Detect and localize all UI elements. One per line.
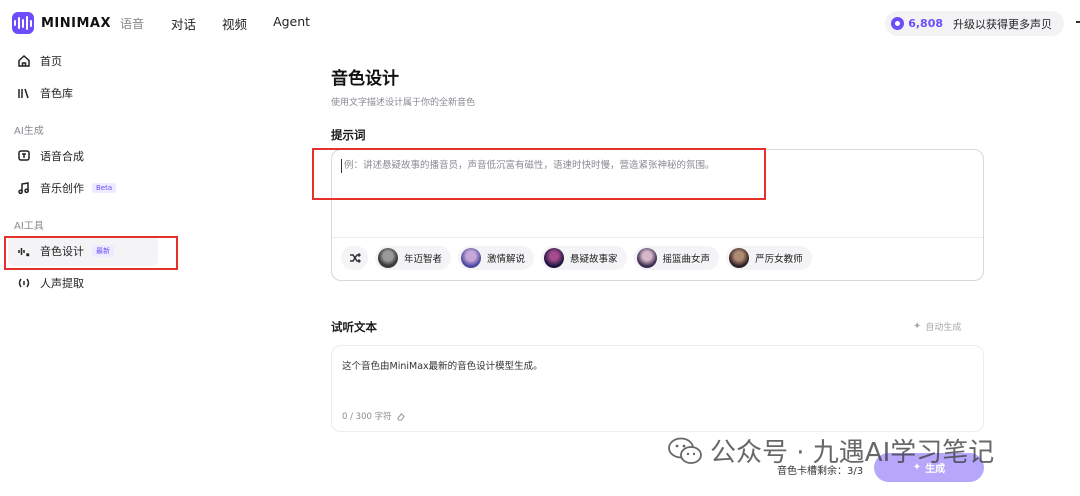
tts-icon <box>17 149 31 163</box>
listen-heading: 试听文本 <box>331 320 377 334</box>
preset-chips: 年迈智者 激情解说 悬疑故事家 摇篮曲女声 严厉女教师 <box>341 246 819 270</box>
credits-count: 6,808 <box>908 17 943 30</box>
nav-video[interactable]: 视频 <box>222 14 247 33</box>
library-icon <box>17 86 31 100</box>
avatar <box>378 248 398 268</box>
nav-chat[interactable]: 对话 <box>171 14 196 33</box>
page-subtitle: 使用文字描述设计属于你的全新音色 <box>331 98 476 108</box>
preset-chip[interactable]: 严厉女教师 <box>726 246 812 270</box>
sidebar-item-label: 人声提取 <box>40 277 84 290</box>
auto-generate-button[interactable]: ✦ 自动生成 <box>913 320 961 333</box>
credits-icon <box>891 17 905 30</box>
beta-badge: Beta <box>92 183 117 193</box>
preset-chip[interactable]: 激情解说 <box>458 246 535 270</box>
highlight-frame <box>4 236 178 270</box>
sidebar-item-label: 首页 <box>40 55 62 68</box>
logo[interactable]: MINIMAX 语音 <box>12 12 144 34</box>
avatar <box>636 248 657 268</box>
watermark: 公众号 · 九遇AI学习笔记 <box>668 432 994 469</box>
preset-label: 悬疑故事家 <box>570 254 618 265</box>
nav-agent[interactable]: Agent <box>273 14 310 33</box>
logo-product: 语音 <box>120 16 145 31</box>
prompt-heading: 提示词 <box>331 128 366 142</box>
watermark-text: 公众号 · 九遇AI学习笔记 <box>710 438 995 468</box>
sidebar-item-label: 音色库 <box>40 87 73 100</box>
shuffle-button[interactable] <box>341 246 368 270</box>
preset-label: 严厉女教师 <box>755 254 803 265</box>
vocal-extract-icon <box>17 276 31 290</box>
sidebar-item-label: 音乐创作 <box>40 182 84 195</box>
logo-text: MINIMAX <box>41 15 112 31</box>
auto-generate-label: 自动生成 <box>925 323 962 333</box>
listen-text-input[interactable]: 这个音色由MiniMax最新的音色设计模型生成。 <box>342 358 543 372</box>
menu-edge-icon[interactable] <box>1076 21 1080 23</box>
char-counter: 0 / 300 字符 <box>342 410 405 422</box>
logo-icon <box>12 12 34 34</box>
sidebar-item-home[interactable]: 首页 <box>8 46 158 76</box>
clear-icon[interactable] <box>396 412 405 421</box>
divider <box>332 237 983 238</box>
section-ai-generate: AI生成 <box>14 126 44 137</box>
preset-chip[interactable]: 摇篮曲女声 <box>633 246 720 270</box>
char-counter-text: 0 / 300 字符 <box>342 412 392 422</box>
preset-chip[interactable]: 悬疑故事家 <box>541 246 627 270</box>
preset-label: 摇篮曲女声 <box>662 254 711 265</box>
page-title: 音色设计 <box>331 69 399 89</box>
music-icon <box>17 181 31 195</box>
preset-chip[interactable]: 年迈智者 <box>375 246 452 270</box>
sparkle-icon: ✦ <box>913 321 922 332</box>
highlight-frame <box>312 148 766 200</box>
avatar <box>461 248 482 268</box>
wechat-icon <box>668 437 702 464</box>
home-icon <box>17 54 31 68</box>
shuffle-icon <box>349 252 361 264</box>
sidebar-item-tts[interactable]: 语音合成 <box>8 141 158 171</box>
avatar <box>544 248 565 268</box>
listen-text-editor[interactable]: 这个音色由MiniMax最新的音色设计模型生成。 0 / 300 字符 <box>331 345 984 432</box>
section-ai-tools: AI工具 <box>14 221 44 232</box>
avatar <box>729 248 750 268</box>
upgrade-label: 升级以获得更多声贝 <box>953 17 1052 31</box>
preset-label: 年迈智者 <box>404 254 443 265</box>
top-nav: 对话 视频 Agent <box>171 14 336 33</box>
sidebar-item-music[interactable]: 音乐创作 Beta <box>8 173 158 203</box>
top-bar: MINIMAX 语音 对话 视频 Agent 6,808 升级以获得更多声贝 <box>0 0 1080 46</box>
preset-label: 激情解说 <box>487 254 526 265</box>
sidebar: 首页 音色库 AI生成 语音合成 音乐创作 Beta AI工具 音色设计 最新 … <box>0 46 172 496</box>
sidebar-item-vocal-extract[interactable]: 人声提取 <box>8 268 158 298</box>
credits-upgrade-button[interactable]: 6,808 升级以获得更多声贝 <box>885 11 1064 36</box>
sidebar-item-label: 语音合成 <box>40 150 84 163</box>
sidebar-item-library[interactable]: 音色库 <box>8 78 158 108</box>
